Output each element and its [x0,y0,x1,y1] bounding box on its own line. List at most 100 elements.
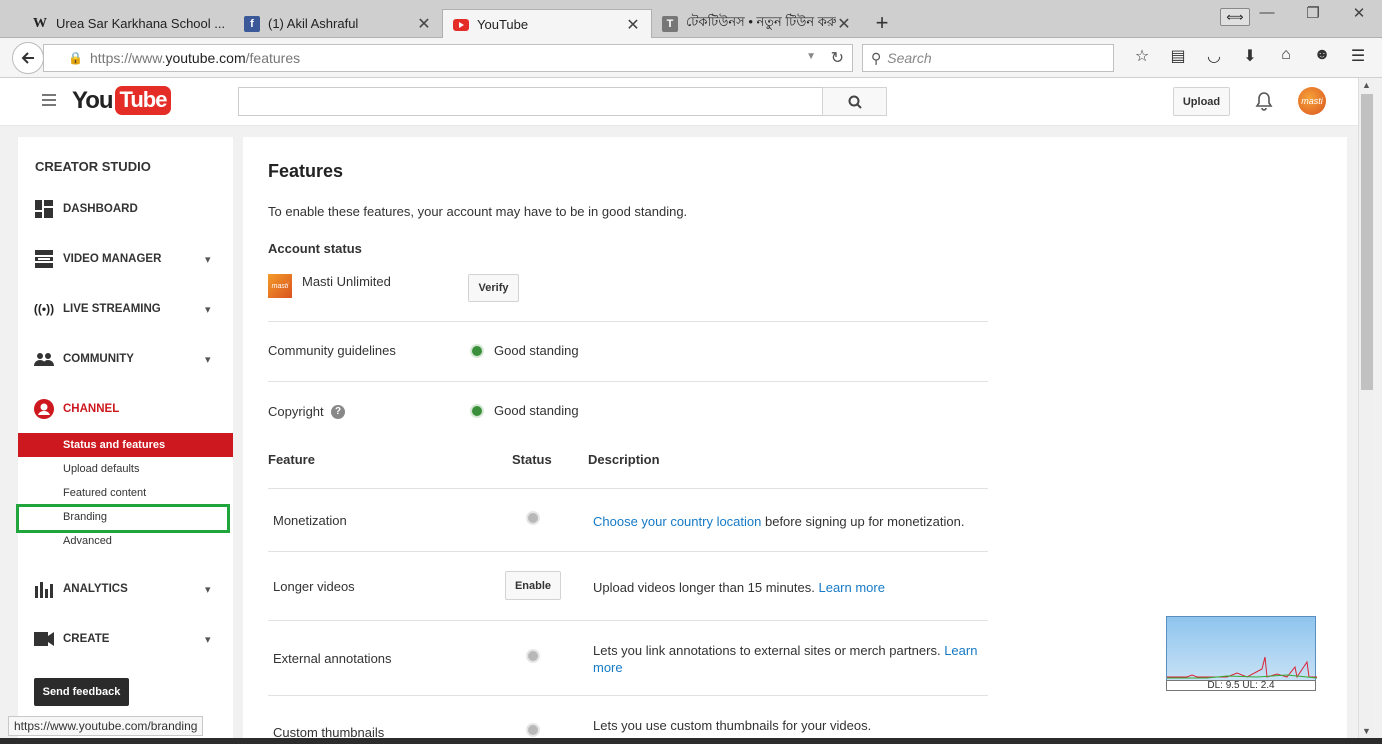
divider [268,620,988,621]
community-icon [34,349,54,369]
chat-icon[interactable]: ☻ [1304,46,1340,66]
column-header-feature: Feature [268,452,315,467]
status-indicator [526,723,540,737]
youtube-search-input[interactable] [238,87,823,116]
chevron-down-icon[interactable]: ▾ [205,253,211,266]
column-header-status: Status [512,452,552,467]
browser-search-input[interactable]: ⚲ Search [862,44,1114,72]
create-icon [34,629,54,649]
divider [268,551,988,552]
community-guidelines-label: Community guidelines [268,343,396,358]
copyright-label: Copyright [268,404,324,419]
home-icon[interactable]: ⌂ [1268,46,1304,66]
choose-country-link[interactable]: Choose your country location [593,514,761,529]
tab-facebook[interactable]: f (1) Akil Ashraful ✕ [234,9,442,38]
wikipedia-icon: W [33,15,47,31]
search-placeholder: Search [887,50,932,66]
window-controls: — ❐ ✕ [1244,4,1382,22]
youtube-icon [453,17,469,33]
branding-highlight-box [16,504,230,533]
close-tab-icon[interactable]: ✕ [416,14,432,34]
account-name: Masti Unlimited [302,274,391,289]
creator-studio-sidebar: CREATOR STUDIO DASHBOARD VIDEO MANAGER ▾… [16,137,233,744]
sidebar-subitem-featured-content[interactable]: Featured content [18,481,233,505]
tab-strip: W Urea Sar Karkhana School ... f (1) Aki… [0,0,1382,39]
chevron-down-icon[interactable]: ▾ [205,633,211,646]
lock-icon: 🔒 [68,51,83,65]
download-icon[interactable]: ⬇ [1232,46,1268,66]
url-dropdown-icon[interactable]: ▼ [806,51,816,62]
tab-urea-school[interactable]: W Urea Sar Karkhana School ... [22,9,234,38]
good-standing-indicator [470,404,484,418]
back-arrow-icon [21,52,34,64]
minimize-icon[interactable]: — [1244,4,1290,22]
chevron-down-icon[interactable]: ▾ [205,583,211,596]
help-icon[interactable]: ? [331,405,345,419]
scroll-down-icon[interactable]: ▼ [1362,726,1371,736]
chevron-down-icon[interactable]: ▾ [205,303,211,316]
new-tab-icon[interactable]: + [872,12,892,34]
scrollbar-thumb[interactable] [1361,94,1373,390]
youtube-logo[interactable]: You Tube [72,86,172,115]
bookmark-star-icon[interactable]: ☆ [1124,46,1160,66]
avatar[interactable]: masti [1298,87,1326,115]
search-engine-icon: ⚲ [871,49,882,66]
tab-youtube[interactable]: YouTube ✕ [442,9,652,39]
close-window-icon[interactable]: ✕ [1336,4,1382,22]
custom-thumbnails-description: Lets you use custom thumbnails for your … [593,718,872,733]
sidebar-item-video-manager[interactable]: VIDEO MANAGER ▾ [18,244,233,274]
toolbar-icons: ☆ ▤ ◡ ⬇ ⌂ ☻ ☰ [1124,46,1376,66]
status-indicator [526,649,540,663]
dashboard-icon [34,199,54,219]
url-bar[interactable]: 🔒 https://www.youtube.com/features ▼ ↻ [43,44,853,72]
menu-icon[interactable]: ☰ [1340,46,1376,66]
intro-text: To enable these features, your account m… [268,204,688,219]
search-icon [848,95,862,109]
sidebar-item-analytics[interactable]: ANALYTICS ▾ [18,574,233,604]
video-manager-icon [34,249,54,269]
sidebar-item-live-streaming[interactable]: ((•)) LIVE STREAMING ▾ [18,294,233,324]
guide-menu-icon[interactable] [42,94,56,109]
restore-icon[interactable]: ❐ [1290,4,1336,22]
vertical-scrollbar[interactable]: ▲ ▼ [1358,78,1374,738]
longer-videos-description: Upload videos longer than 15 minutes. Le… [593,580,885,595]
close-tab-icon[interactable]: ✕ [836,14,852,34]
close-tab-icon[interactable]: ✕ [625,15,641,35]
divider [268,321,988,322]
good-standing-indicator [470,344,484,358]
sidebar-item-dashboard[interactable]: DASHBOARD [18,194,233,224]
notifications-bell-icon[interactable] [1255,91,1273,116]
sidebar-subitem-status-and-features[interactable]: Status and features [18,433,233,457]
column-header-description: Description [588,452,660,467]
learn-more-link[interactable]: Learn more [818,580,884,595]
youtube-search-button[interactable] [822,87,887,116]
sidebar-item-create[interactable]: CREATE ▾ [18,624,233,654]
chevron-down-icon[interactable]: ▾ [205,353,211,366]
sidebar-item-community[interactable]: COMMUNITY ▾ [18,344,233,374]
tab-techtunes[interactable]: T টেকটিউনস • নতুন টিউন করুন ✕ [652,9,862,38]
sidebar-subitem-upload-defaults[interactable]: Upload defaults [18,457,233,481]
taskbar-edge [0,738,1382,744]
back-button[interactable] [12,42,44,74]
reload-icon[interactable]: ↻ [831,48,844,68]
navigation-bar: 🔒 https://www.youtube.com/features ▼ ↻ ⚲… [0,38,1382,78]
upload-button[interactable]: Upload [1173,87,1230,116]
sidebar-item-channel[interactable]: CHANNEL [18,394,233,424]
divider [268,695,988,696]
verify-button[interactable]: Verify [468,274,519,302]
techtunes-icon: T [662,15,678,32]
scroll-up-icon[interactable]: ▲ [1362,80,1371,90]
send-feedback-button[interactable]: Send feedback [34,678,129,706]
tab-title: YouTube [477,17,529,32]
reader-icon[interactable]: ▤ [1160,46,1196,66]
enable-longer-videos-button[interactable]: Enable [505,571,561,600]
status-indicator [526,511,540,525]
divider [268,488,988,489]
external-annotations-description: Lets you link annotations to external si… [593,643,978,675]
feature-external-annotations: External annotations [273,651,392,666]
tab-title: Urea Sar Karkhana School ... [56,16,224,31]
live-streaming-icon: ((•)) [33,302,55,316]
page-title: Features [268,161,344,181]
account-thumbnail: masti [268,274,292,298]
pocket-icon[interactable]: ◡ [1196,46,1232,66]
